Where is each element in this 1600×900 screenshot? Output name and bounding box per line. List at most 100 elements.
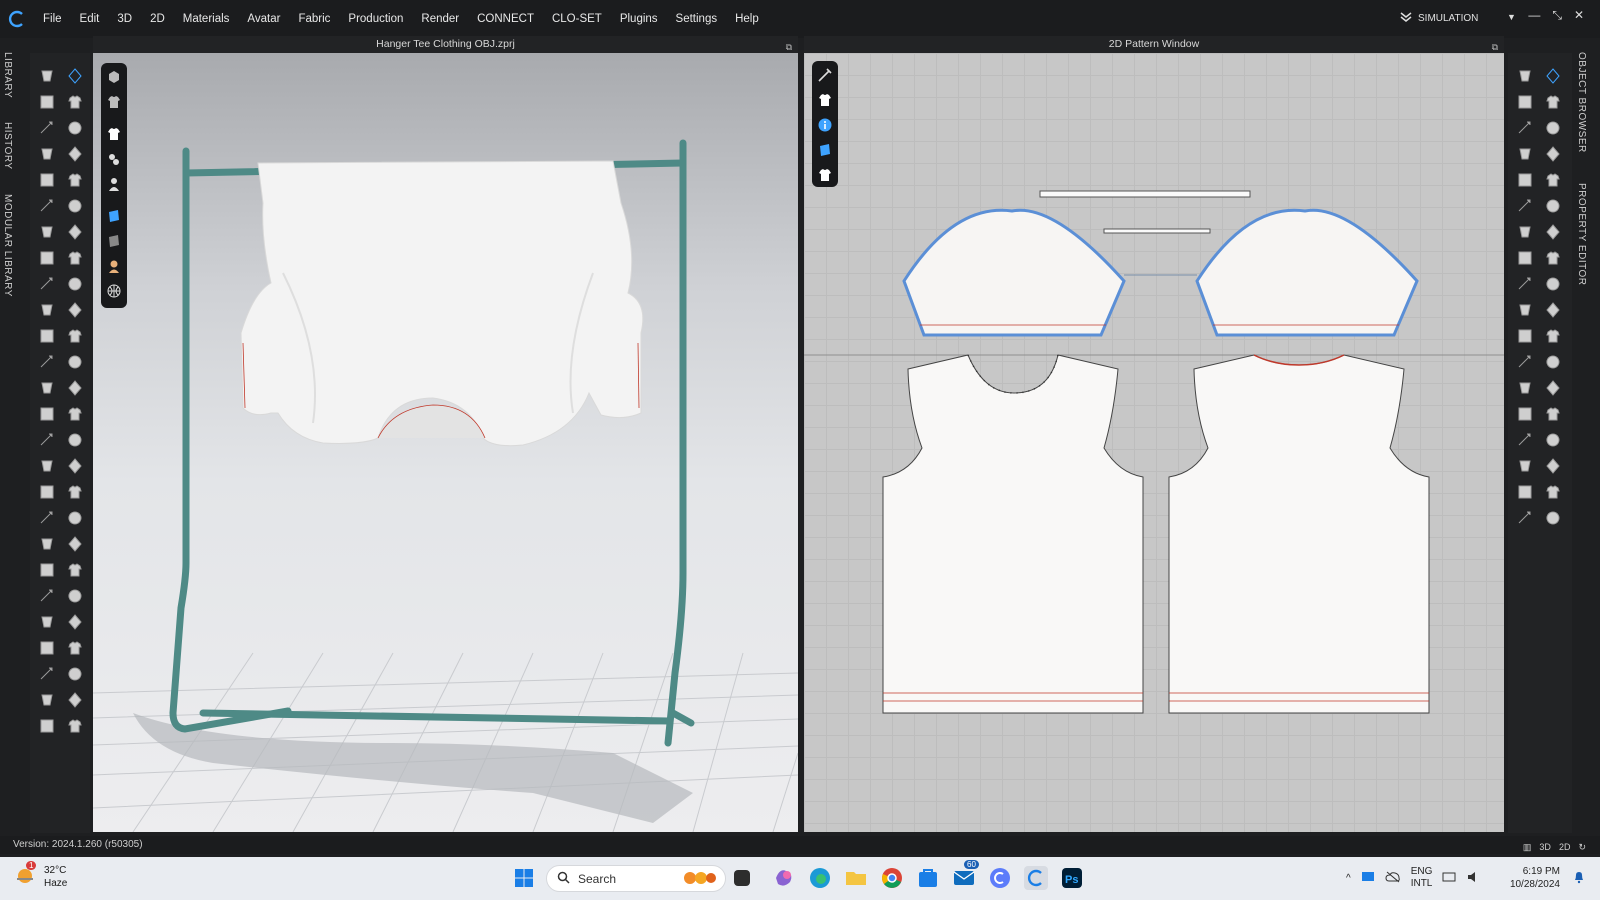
menu-plugins[interactable]: Plugins [611,13,667,25]
sewing-shirt-icon[interactable] [814,164,836,186]
fold-icon[interactable] [36,481,58,503]
internal-line-icon[interactable] [1514,351,1536,373]
polygon-icon[interactable] [1542,65,1564,87]
display-garment-icon[interactable] [103,91,125,113]
menu-production[interactable]: Production [339,13,412,25]
edge-icon[interactable] [808,866,832,890]
fold-icon[interactable] [36,221,58,243]
mail-icon[interactable]: 60 [952,860,979,890]
rectangle-icon[interactable] [1514,91,1536,113]
brush-icon[interactable] [36,403,58,425]
notch-icon[interactable] [1542,377,1564,399]
neck-binding-piece[interactable] [1039,190,1251,198]
avatar-pose-icon[interactable] [64,689,86,711]
tray-cloud-icon[interactable] [1385,871,1401,886]
simulate-icon[interactable] [36,377,58,399]
avatar-pose-icon[interactable] [64,559,86,581]
display-avatar-icon[interactable] [103,66,125,88]
mode-dropdown-icon[interactable]: ▼ [1507,12,1516,22]
fabric-icon[interactable] [36,169,58,191]
polygon-icon[interactable] [1514,195,1536,217]
binding-strip-piece[interactable] [1103,228,1211,234]
avatar-skin-icon[interactable] [103,255,125,277]
segment-sewing-icon[interactable] [1542,325,1564,347]
select-move-icon[interactable] [36,65,58,87]
pin-icon[interactable] [64,91,86,113]
fabric-icon[interactable] [36,689,58,711]
transform-icon[interactable] [64,585,86,607]
edit-pattern-icon[interactable] [1514,65,1536,87]
view-3d-button[interactable]: 3D [1539,838,1551,856]
measure-icon[interactable] [64,273,86,295]
pin-icon[interactable] [64,611,86,633]
menu-3d[interactable]: 3D [108,13,141,25]
brush-icon[interactable] [36,273,58,295]
select-move-icon[interactable] [36,325,58,347]
menu-avatar[interactable]: Avatar [238,13,289,25]
texture-view-icon[interactable] [814,139,836,161]
store-icon[interactable] [916,866,940,890]
avatar-pose-icon[interactable] [64,169,86,191]
internal-line-icon[interactable] [1514,117,1536,139]
simulate-icon[interactable] [36,507,58,529]
notch-icon[interactable] [1514,273,1536,295]
environment-globe-icon[interactable] [103,280,125,302]
sewing-icon[interactable] [64,507,86,529]
menu-clo-set[interactable]: CLO-SET [543,13,611,25]
sleeve-left-piece[interactable] [902,208,1126,337]
copilot-icon[interactable] [772,866,796,890]
pin-icon[interactable] [64,221,86,243]
measure-icon[interactable] [64,143,86,165]
brush-icon[interactable] [36,143,58,165]
pin-icon[interactable] [64,351,86,373]
measure-icon[interactable] [64,533,86,555]
avatar-pose-icon[interactable] [64,429,86,451]
tab-modular-library[interactable]: MODULAR LIBRARY [2,186,13,305]
rectangle-icon[interactable] [1542,429,1564,451]
fabric-icon[interactable] [36,429,58,451]
pin-icon[interactable] [64,481,86,503]
grade-icon[interactable] [1542,247,1564,269]
dart-icon[interactable] [1514,169,1536,191]
text-icon[interactable] [1542,351,1564,373]
front-body-piece[interactable] [882,354,1144,714]
tray-expand-icon[interactable]: ^ [1346,873,1351,884]
fabric-icon[interactable] [36,299,58,321]
transform-icon[interactable] [64,65,86,87]
tab-history[interactable]: HISTORY [2,114,13,178]
menu-materials[interactable]: Materials [174,13,239,25]
viewport-3d[interactable] [93,53,798,832]
view-2d-button[interactable]: 2D [1559,838,1571,856]
minimize-icon[interactable]: — [1528,8,1540,23]
info-icon[interactable] [814,114,836,136]
pen-tool-icon[interactable] [814,64,836,86]
dart-icon[interactable] [1542,273,1564,295]
simulate-icon[interactable] [36,247,58,269]
text-icon[interactable] [1542,117,1564,139]
chrome-icon[interactable] [880,866,904,890]
tab-object-browser[interactable]: OBJECT BROWSER [1576,44,1587,161]
select-move-icon[interactable] [36,715,58,737]
taskbar-search[interactable]: Search [546,865,726,892]
mode-selector[interactable]: SIMULATION [1400,12,1478,25]
measure-icon[interactable] [64,663,86,685]
close-icon[interactable]: ✕ [1574,8,1584,23]
tray-app-icon[interactable] [1361,870,1375,887]
dart-icon[interactable] [1542,507,1564,529]
sewing-icon[interactable] [64,377,86,399]
sewing-icon[interactable] [64,637,86,659]
fabric-view-icon[interactable] [103,230,125,252]
measure-icon[interactable] [64,403,86,425]
segment-sewing-icon[interactable] [1514,455,1536,477]
grade-icon[interactable] [1514,377,1536,399]
tab-property-editor[interactable]: PROPERTY EDITOR [1576,175,1587,294]
grade-icon[interactable] [1542,481,1564,503]
volume-icon[interactable] [1466,870,1480,887]
menu-render[interactable]: Render [412,13,468,25]
edit-pattern-icon[interactable] [1514,299,1536,321]
transform-icon[interactable] [64,195,86,217]
dart-icon[interactable] [1514,403,1536,425]
edit-pattern-icon[interactable] [1542,403,1564,425]
texture-view-icon[interactable] [103,205,125,227]
segment-sewing-icon[interactable] [1514,221,1536,243]
